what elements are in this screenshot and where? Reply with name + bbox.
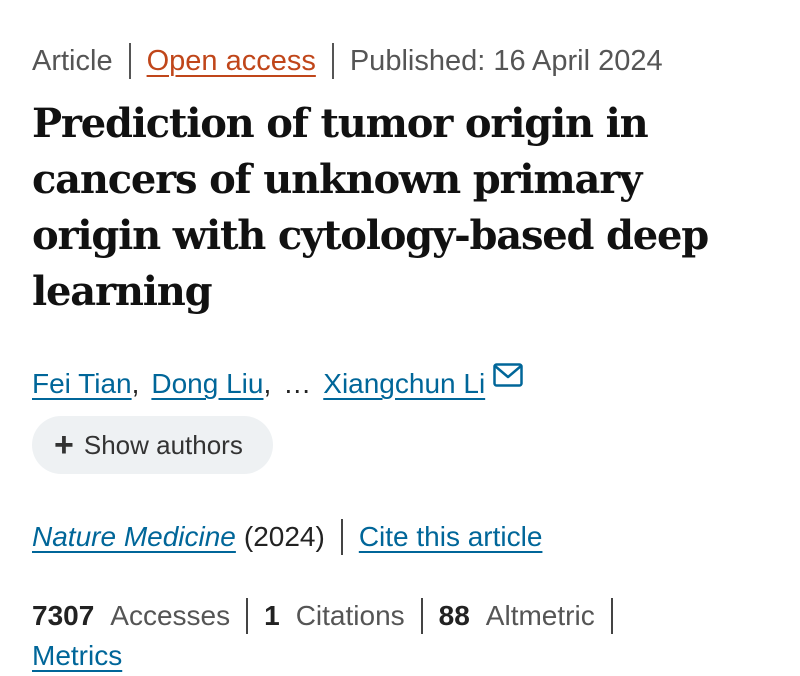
altmetric-score: 88 — [438, 600, 470, 631]
divider — [128, 43, 131, 79]
show-authors-button[interactable]: + Show authors — [32, 416, 273, 474]
article-title: Prediction of tumor origin in cancers of… — [32, 100, 709, 315]
journal-info: Nature Medicine (2024) Cite this article — [32, 516, 772, 558]
author-separator: , — [131, 368, 140, 399]
author-list: Fei Tian , Dong Liu , … Xiangchun Li — [32, 362, 772, 404]
metrics-link[interactable]: Metrics — [32, 640, 122, 672]
divider — [246, 598, 249, 634]
author-separator: , — [263, 368, 272, 399]
author-ellipsis: … — [283, 368, 312, 399]
divider — [610, 598, 613, 634]
divider — [331, 43, 334, 79]
article-meta: Article Open access Published: 16 April … — [32, 40, 772, 82]
accesses-label: Accesses — [110, 600, 231, 631]
plus-icon: + — [54, 426, 74, 464]
publication-year: (2024) — [243, 521, 325, 552]
altmetric-label: Altmetric — [485, 600, 595, 631]
cite-article-link[interactable]: Cite this article — [359, 521, 543, 553]
open-access-link[interactable]: Open access — [147, 45, 316, 78]
divider — [340, 519, 343, 555]
article-metrics: 7307 Accesses 1 Citations 88 Altmetric — [32, 596, 772, 636]
journal-link[interactable]: Nature Medicine — [32, 521, 236, 553]
article-type: Article — [32, 44, 113, 77]
citations-label: Citations — [295, 600, 405, 631]
published-date: Published: 16 April 2024 — [349, 44, 663, 77]
metrics-link-row: Metrics — [32, 636, 772, 676]
author-link[interactable]: Fei Tian — [32, 368, 132, 400]
author-link[interactable]: Dong Liu — [151, 368, 263, 400]
show-authors-label: Show authors — [83, 429, 243, 460]
citations-count: 1 — [264, 600, 280, 631]
corresponding-author-link[interactable]: Xiangchun Li — [323, 368, 485, 400]
mail-icon[interactable] — [493, 362, 523, 387]
article-header: Article Open access Published: 16 April … — [32, 40, 772, 676]
accesses-count: 7307 — [32, 600, 95, 631]
divider — [420, 598, 423, 634]
